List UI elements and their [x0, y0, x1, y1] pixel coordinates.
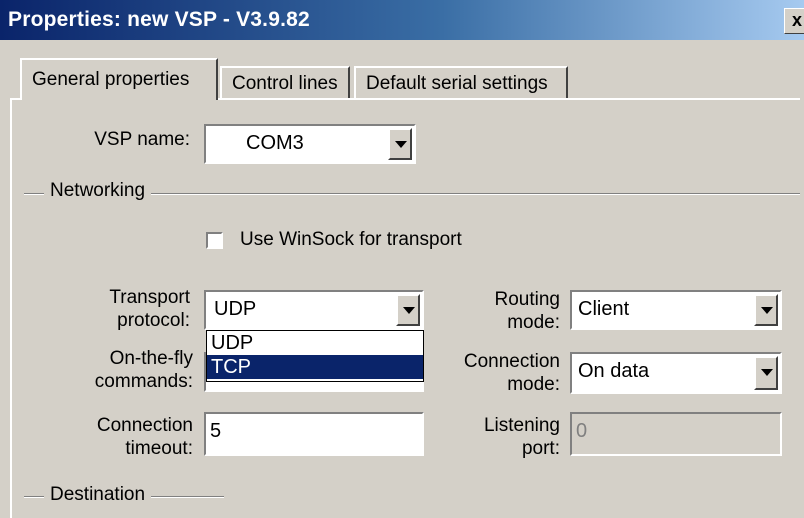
- connection-mode-select[interactable]: On data: [570, 352, 782, 394]
- listening-port-label: Listening port:: [483, 415, 560, 459]
- transport-protocol-select[interactable]: UDP: [204, 290, 424, 330]
- vsp-name-value: COM3: [246, 132, 304, 154]
- routing-mode-select[interactable]: Client: [570, 290, 782, 330]
- listening-port-input: 0: [570, 412, 782, 456]
- tab-default-serial-settings[interactable]: Default serial settings: [354, 66, 568, 98]
- vsp-name-dropdown-button[interactable]: [388, 128, 412, 160]
- winsock-checkbox[interactable]: [206, 232, 223, 249]
- connection-mode-dropdown-button[interactable]: [754, 356, 778, 390]
- onthefly-commands-label: On-the-fly commands:: [94, 348, 193, 392]
- transport-protocol-dropdown-list: UDP TCP: [206, 330, 424, 382]
- connection-timeout-input[interactable]: 5: [204, 412, 424, 456]
- connection-mode-value: On data: [578, 360, 650, 382]
- vsp-name-label: VSP name:: [94, 129, 190, 150]
- winsock-checkbox-label: Use WinSock for transport: [240, 229, 462, 250]
- networking-group-label: Networking: [44, 180, 152, 202]
- transport-protocol-value: UDP: [214, 298, 257, 320]
- option-udp[interactable]: UDP: [207, 331, 423, 355]
- routing-mode-label: Routing mode:: [494, 289, 561, 333]
- listening-port-value: 0: [576, 420, 588, 442]
- transport-protocol-dropdown-button[interactable]: [396, 294, 420, 326]
- transport-protocol-label: Transport protocol:: [109, 287, 190, 331]
- option-tcp[interactable]: TCP: [207, 355, 423, 379]
- connection-timeout-value: 5: [210, 420, 222, 442]
- tab-general-properties[interactable]: General properties: [20, 58, 218, 100]
- connection-mode-label: Connection mode:: [463, 351, 560, 395]
- tab-control-lines[interactable]: Control lines: [220, 66, 350, 98]
- close-icon: x: [791, 10, 802, 30]
- routing-mode-value: Client: [578, 298, 630, 320]
- destination-group-label: Destination: [44, 484, 152, 506]
- routing-mode-dropdown-button[interactable]: [754, 294, 778, 326]
- vsp-name-select[interactable]: COM3: [204, 124, 416, 164]
- window-title: Properties: new VSP - V3.9.82: [8, 8, 310, 31]
- title-bar: Properties: new VSP - V3.9.82 x: [0, 0, 804, 40]
- connection-timeout-label: Connection timeout:: [96, 415, 193, 459]
- close-button[interactable]: x: [784, 8, 804, 34]
